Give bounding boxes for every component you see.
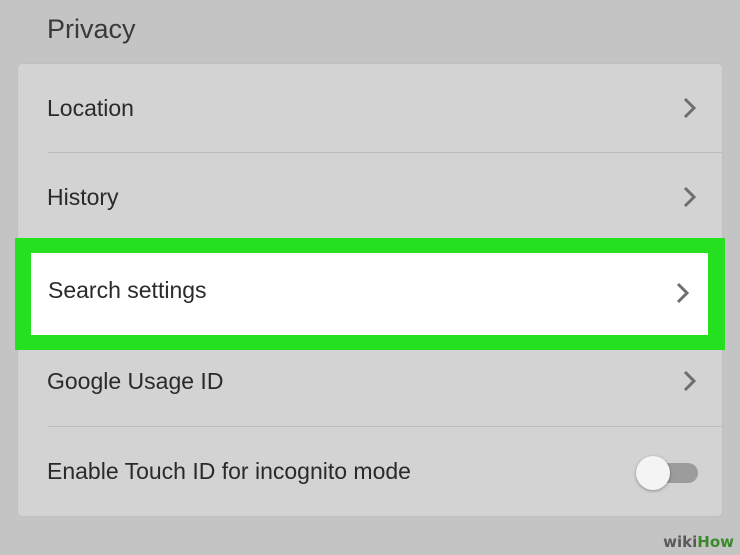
settings-row-label: Search settings [48, 277, 207, 303]
settings-row-label: Location [47, 94, 134, 121]
highlight-box: Search settings [15, 238, 725, 350]
settings-row-search-settings[interactable]: Search settings [31, 253, 708, 335]
settings-row-label: Enable Touch ID for incognito mode [47, 458, 411, 484]
chevron-right-icon [683, 186, 697, 208]
section-title-privacy: Privacy [47, 14, 136, 44]
settings-row-location[interactable]: Location [18, 64, 722, 152]
chevron-right-icon [683, 370, 697, 392]
watermark-how: How [697, 533, 734, 551]
watermark-wiki: wiki [663, 533, 698, 551]
toggle-thumb [636, 455, 670, 490]
wikihow-watermark: wikiHow [663, 533, 734, 551]
settings-row-touch-id-incognito: Enable Touch ID for incognito mode [18, 427, 722, 516]
chevron-right-icon [683, 97, 697, 119]
touch-id-toggle[interactable] [636, 455, 698, 490]
settings-row-history[interactable]: History [18, 153, 722, 241]
chevron-right-icon [676, 282, 690, 304]
settings-row-label: History [47, 183, 119, 210]
settings-row-label: Google Usage ID [47, 367, 224, 394]
